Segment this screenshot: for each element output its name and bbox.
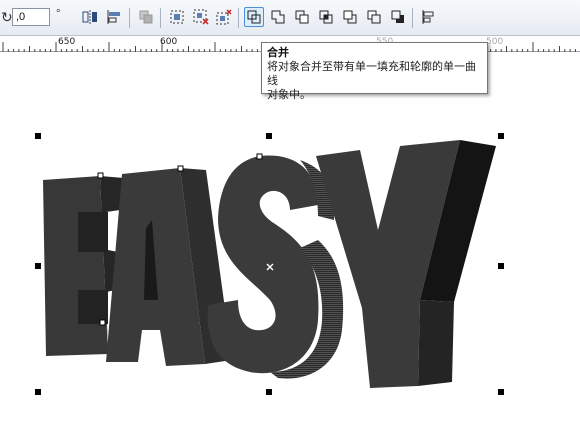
mirror-horizontal-icon[interactable]	[80, 7, 100, 27]
ungroup-all-icon[interactable]	[214, 7, 234, 27]
toolbar-separator	[160, 8, 161, 28]
toolbar-separator	[238, 8, 239, 28]
weld-icon[interactable]	[268, 7, 288, 27]
combine-tooltip: 合并 将对象合并至带有单一填充和轮廓的单一曲线 对象中。	[261, 42, 488, 101]
ungroup-all-icon[interactable]	[191, 7, 211, 27]
front-minus-back-icon[interactable]	[364, 7, 384, 27]
drawing-canvas[interactable]	[0, 52, 580, 428]
tooltip-description-line: 对象中。	[267, 89, 311, 101]
trim-icon[interactable]	[292, 7, 312, 27]
combine-icon[interactable]	[244, 7, 264, 27]
rotate-icon: ↻	[1, 9, 13, 25]
toolbar-separator	[412, 8, 413, 28]
ruler-label: 600	[160, 37, 178, 47]
tooltip-description-line: 将对象合并至带有单一填充和轮廓的单一曲线	[267, 61, 476, 87]
align-left-icon[interactable]	[418, 7, 438, 27]
intersect-icon[interactable]	[316, 7, 336, 27]
toolbar-separator	[129, 8, 130, 28]
align-distribute-icon[interactable]	[104, 7, 124, 27]
back-minus-front-icon[interactable]	[388, 7, 408, 27]
degree-unit-label: °	[56, 8, 61, 20]
ungroup-icon[interactable]	[167, 7, 187, 27]
tooltip-title: 合并	[267, 47, 289, 59]
group-icon[interactable]	[136, 7, 156, 27]
easy-3d-artwork[interactable]	[0, 52, 580, 428]
property-toolbar: ↻ ,0 °	[0, 0, 580, 36]
ruler-label: 500	[486, 37, 504, 47]
letter-s	[207, 155, 344, 379]
rotation-angle-field[interactable]: ,0	[12, 8, 50, 26]
simplify-icon[interactable]	[340, 7, 360, 27]
ruler-label: 650	[58, 37, 76, 47]
letter-y	[316, 140, 496, 388]
